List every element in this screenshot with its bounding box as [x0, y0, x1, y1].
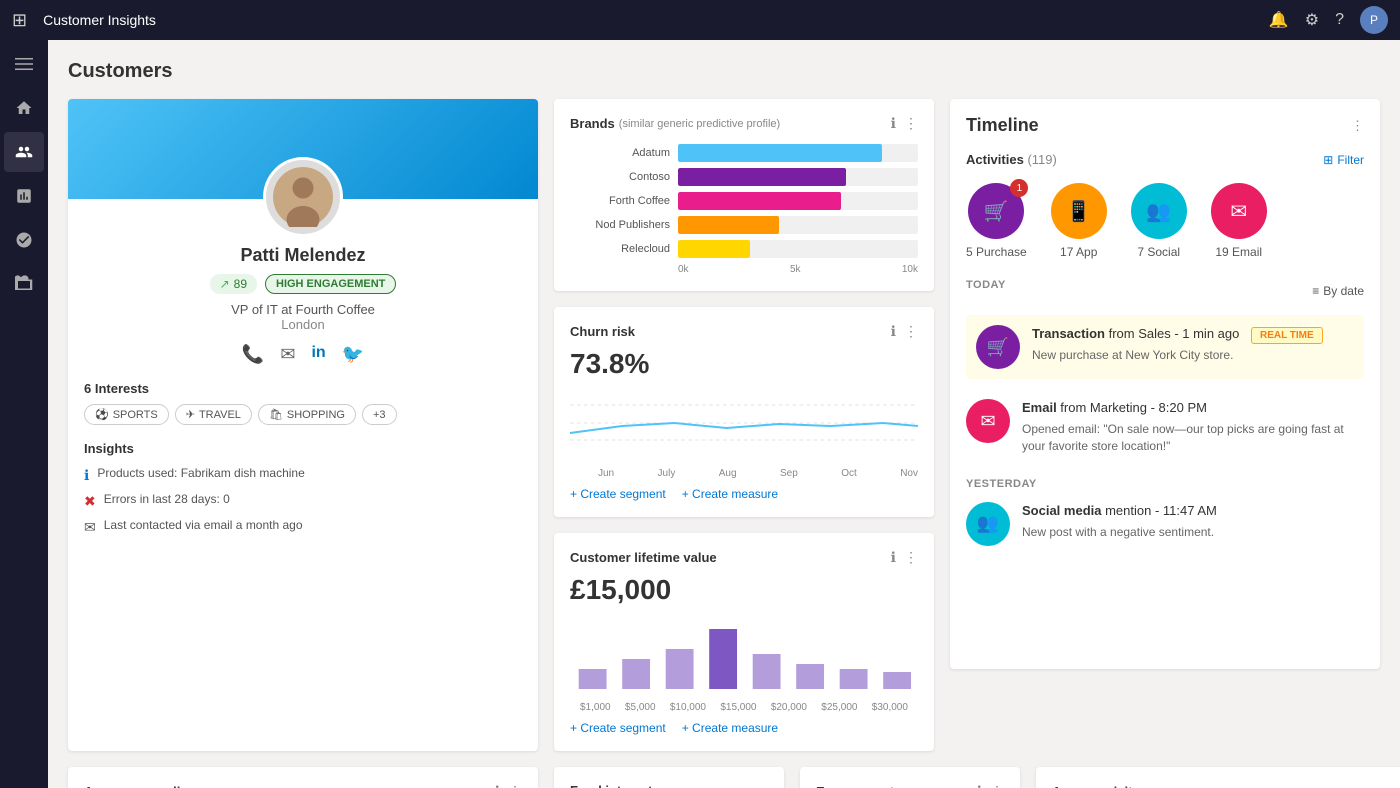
sidebar-item-people[interactable] [4, 132, 44, 172]
interest-shopping[interactable]: 🛍 SHOPPING [258, 404, 356, 425]
page-title: Customers [68, 60, 1380, 83]
activities-label: Activities [966, 152, 1024, 167]
activity-purchase[interactable]: 🛒 1 5 Purchase [966, 183, 1027, 259]
food-interests-card: Food interests this month ℹ ⋮ [554, 767, 784, 788]
avg-spending-more-icon[interactable]: ⋮ [508, 783, 522, 788]
yesterday-label: YESTERDAY [966, 478, 1037, 490]
activity-social[interactable]: 👥 7 Social [1131, 183, 1187, 259]
phone-icon[interactable]: 📞 [242, 344, 264, 365]
engagement-more-icon[interactable]: ⋮ [990, 783, 1004, 788]
engagement-info-icon[interactable]: ℹ [977, 783, 982, 788]
insight-contact: ✉ Last contacted via email a month ago [84, 518, 522, 536]
clv-value: £15,000 [570, 574, 918, 606]
profile-location: London [84, 317, 522, 332]
activity-email[interactable]: ✉ 19 Email [1211, 183, 1267, 259]
avg-spending-title: Average spending [84, 784, 196, 788]
user-avatar[interactable]: P [1360, 6, 1388, 34]
churn-create-measure[interactable]: + Create measure [682, 487, 778, 501]
churn-title: Churn risk [570, 324, 635, 339]
settings-icon[interactable]: ⚙ [1305, 10, 1319, 30]
avg-spending-info-icon[interactable]: ℹ [495, 783, 500, 788]
brands-info-icon[interactable]: ℹ [891, 115, 896, 132]
avg-visits-title: Average visits [1052, 784, 1140, 788]
avg-visits-card: Average visits ℹ ⋮ 8 per year 10 5 0 [1036, 767, 1400, 788]
insight-errors: ✖ Errors in last 28 days: 0 [84, 492, 522, 510]
today-label: TODAY [966, 279, 1006, 291]
churn-line-chart [570, 388, 918, 458]
sidebar-item-analytics[interactable] [4, 176, 44, 216]
insights-label: Insights [84, 441, 522, 456]
filter-button[interactable]: ⊞ Filter [1323, 153, 1364, 167]
profile-job: VP of IT at Fourth Coffee [84, 302, 522, 317]
timeline-event-transaction: 🛒 Transaction from Sales - 1 min ago REA… [966, 315, 1364, 379]
clv-create-measure[interactable]: + Create measure [682, 721, 778, 735]
apps-icon[interactable]: ⊞ [12, 10, 27, 31]
linkedin-icon[interactable]: in [311, 344, 325, 365]
email-icon[interactable]: ✉ [280, 344, 295, 365]
profile-name: Patti Melendez [84, 245, 522, 266]
clv-more-icon[interactable]: ⋮ [904, 549, 918, 566]
churn-value: 73.8% [570, 348, 918, 380]
interest-more[interactable]: +3 [362, 404, 397, 425]
activity-app[interactable]: 📱 17 App [1051, 183, 1107, 259]
clv-card: Customer lifetime value ℹ ⋮ £15,000 [554, 533, 934, 751]
clv-create-segment[interactable]: + Create segment [570, 721, 666, 735]
app-title: Customer Insights [43, 12, 1261, 28]
sidebar-item-home[interactable] [4, 88, 44, 128]
interests-label: 6 Interests [84, 381, 522, 396]
sidebar-item-insights[interactable] [4, 220, 44, 260]
clv-title: Customer lifetime value [570, 550, 717, 565]
engagement-title: Engagement score [816, 784, 932, 788]
profile-card: Patti Melendez ↗ 89 HIGH ENGAGEMENT VP o… [68, 99, 538, 751]
churn-info-icon[interactable]: ℹ [891, 323, 896, 340]
twitter-icon[interactable]: 🐦 [342, 344, 364, 365]
notification-icon[interactable]: 🔔 [1269, 10, 1289, 30]
insight-products: ℹ Products used: Fabrikam dish machine [84, 466, 522, 484]
interest-sports[interactable]: ⚽ SPORTS [84, 404, 169, 425]
clv-info-icon[interactable]: ℹ [891, 549, 896, 566]
clv-bar-chart [570, 614, 918, 694]
engagement-card: Engagement score ℹ ⋮ 0 50 100 [800, 767, 1020, 788]
churn-card: Churn risk ℹ ⋮ 73.8% JunJu [554, 307, 934, 517]
profile-avatar [263, 157, 343, 237]
brands-bar-chart: Adatum Contoso Forth Coffee Nod Publishe… [570, 144, 918, 275]
interest-travel[interactable]: ✈ TRAVEL [175, 404, 252, 425]
engagement-badge: HIGH ENGAGEMENT [265, 274, 396, 294]
churn-create-segment[interactable]: + Create segment [570, 487, 666, 501]
sidebar-item-menu[interactable] [4, 44, 44, 84]
score-badge: ↗ 89 [210, 274, 257, 294]
brands-card: Brands (similar generic predictive profi… [554, 99, 934, 291]
food-interests-title: Food interests [570, 783, 660, 788]
timeline-more-icon[interactable]: ⋮ [1351, 118, 1364, 134]
activities-count: (119) [1027, 152, 1056, 167]
timeline-event-email: ✉ Email from Marketing - 8:20 PM Opened … [966, 399, 1364, 455]
avg-spending-card: Average spending ℹ ⋮ £1,208 1500 1000 50… [68, 767, 538, 788]
timeline-card: Timeline ⋮ Activities (119) ⊞ Filter 🛒 1 [950, 99, 1380, 669]
brands-subtitle: (similar generic predictive profile) [619, 118, 780, 130]
help-icon[interactable]: ? [1335, 11, 1344, 29]
by-date-button[interactable]: ≡ By date [1312, 284, 1364, 298]
timeline-event-social: 👥 Social media mention - 11:47 AM New po… [966, 502, 1364, 546]
churn-more-icon[interactable]: ⋮ [904, 323, 918, 340]
timeline-title: Timeline [966, 115, 1039, 136]
brands-title: Brands [570, 116, 615, 131]
brands-more-icon[interactable]: ⋮ [904, 115, 918, 132]
sidebar-item-data[interactable] [4, 264, 44, 304]
